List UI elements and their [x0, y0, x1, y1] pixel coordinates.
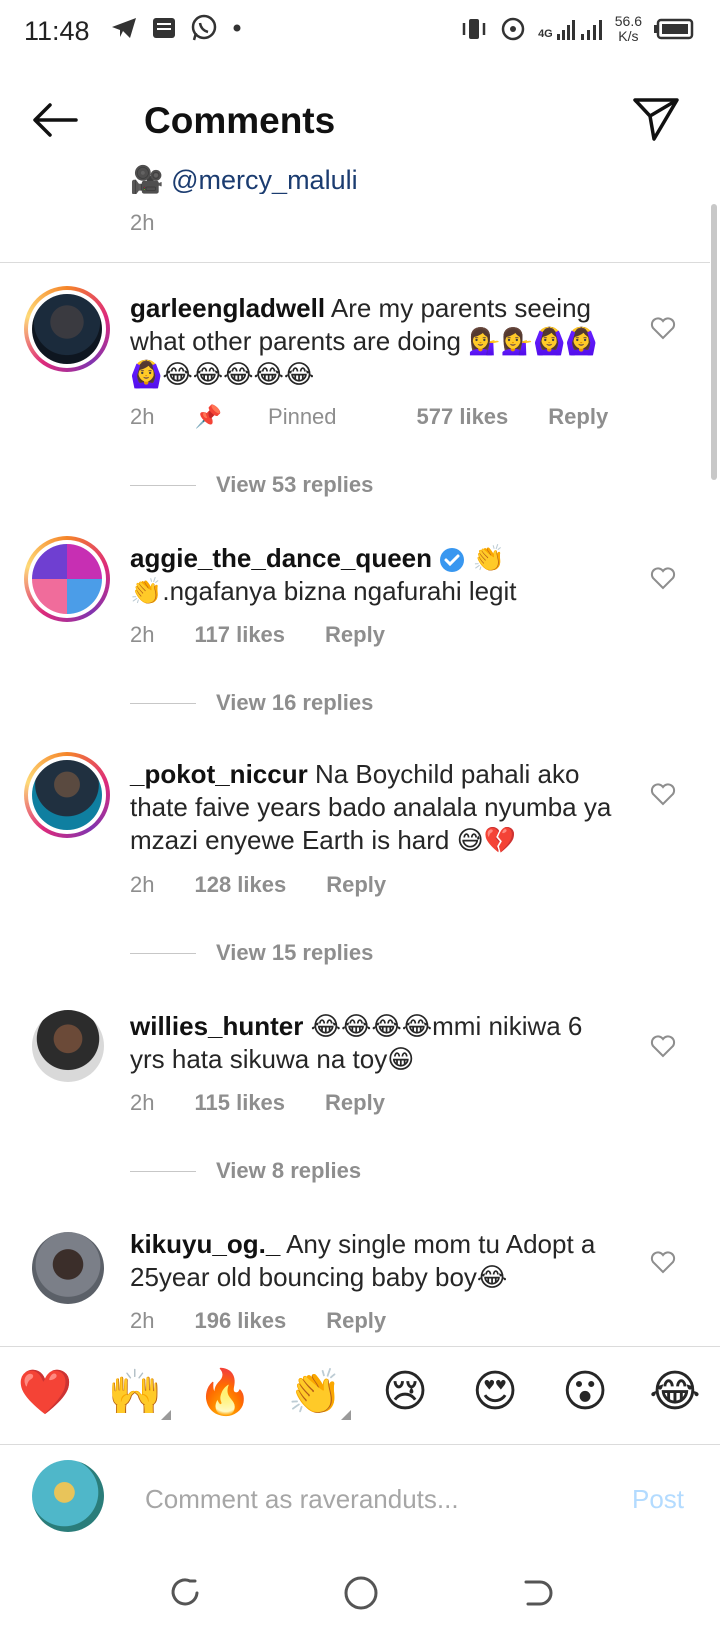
like-heart-icon[interactable] [650, 1250, 676, 1274]
like-heart-icon[interactable] [650, 1034, 676, 1058]
hotspot-icon [501, 17, 525, 41]
comment-meta: 2h 115 likes Reply [130, 1090, 425, 1116]
divider [0, 1346, 720, 1347]
like-heart-icon[interactable] [650, 782, 676, 806]
net-speed: 56.6 K/s [615, 14, 642, 44]
page-title: Comments [144, 100, 336, 141]
comment-time: 2h [130, 622, 155, 647]
net-speed-unit: K/s [618, 28, 639, 44]
post-button[interactable]: Post [632, 1484, 684, 1515]
nav-back-icon[interactable] [168, 1576, 202, 1610]
net-speed-value: 56.6 [614, 13, 642, 29]
comment-text-block: garleengladwell Are my parents seeing wh… [130, 292, 620, 391]
reaction-crying[interactable]: 😢 [375, 1366, 435, 1418]
reaction-heart-eyes[interactable]: 😍 [465, 1366, 525, 1418]
reply-button[interactable]: Reply [548, 404, 608, 430]
like-heart-icon[interactable] [650, 566, 676, 590]
reply-button[interactable]: Reply [326, 1308, 386, 1334]
avatar[interactable] [24, 752, 110, 838]
signal-icon-2 [580, 20, 602, 40]
battery-icon [654, 18, 694, 40]
likes-count[interactable]: 577 likes [417, 404, 509, 430]
signal-icon [556, 20, 575, 40]
likes-count[interactable]: 196 likes [194, 1308, 286, 1334]
comment-input[interactable] [143, 1478, 587, 1520]
telegram-icon [112, 18, 136, 38]
comment-text-block: _pokot_niccur Na Boychild pahali ako tha… [130, 758, 620, 857]
message-icon [153, 18, 175, 38]
nav-home-icon[interactable] [342, 1574, 380, 1612]
pin-icon: 📌 [194, 404, 222, 429]
likes-count[interactable]: 117 likes [194, 622, 285, 648]
comment-time: 2h [130, 404, 155, 429]
comment-meta: 2h 128 likes Reply [130, 872, 426, 898]
comment-time: 2h [130, 1090, 155, 1115]
avatar[interactable] [32, 1232, 104, 1304]
reply-button[interactable]: Reply [326, 872, 386, 898]
divider [0, 262, 710, 263]
divider [0, 1444, 720, 1445]
comment-meta: 2h 196 likes Reply [130, 1308, 426, 1334]
avatar[interactable] [24, 286, 110, 372]
comment-username[interactable]: garleengladwell [130, 293, 325, 323]
reaction-laughing[interactable]: 😂 [645, 1366, 705, 1418]
avatar[interactable] [32, 1010, 104, 1082]
comment-username[interactable]: aggie_the_dance_queen [130, 543, 432, 573]
video-camera-icon: 🎥 [130, 165, 164, 194]
like-heart-icon[interactable] [650, 316, 676, 340]
skin-tone-indicator [341, 1410, 351, 1420]
likes-count[interactable]: 115 likes [194, 1090, 285, 1116]
nav-recent-apps-icon[interactable] [520, 1576, 554, 1610]
comment-time: 2h [130, 1308, 155, 1333]
verified-badge-icon [440, 548, 465, 573]
status-system-icons: 4G 56.6 K/s [460, 14, 694, 44]
current-user-avatar [32, 1460, 104, 1532]
comment-text-block: aggie_the_dance_queen 👏 👏.ngafanya bizna… [130, 542, 620, 608]
pinned-label: 📌 Pinned [194, 404, 337, 429]
back-arrow-icon[interactable] [30, 100, 80, 140]
reaction-fire[interactable]: 🔥 [195, 1366, 255, 1418]
view-replies-button[interactable]: View 15 replies [130, 940, 373, 966]
caption-time: 2h [130, 210, 155, 235]
status-time: 11:48 [24, 16, 90, 46]
caption-mention-line: 🎥 @mercy_maluli [130, 164, 358, 194]
network-type: 4G [538, 28, 553, 40]
skin-tone-indicator [161, 1410, 171, 1420]
reaction-clap[interactable]: 👏 [285, 1366, 351, 1420]
comment-username[interactable]: kikuyu_og._ [130, 1229, 280, 1259]
view-replies-button[interactable]: View 16 replies [130, 690, 373, 716]
reaction-surprised[interactable]: 😮 [555, 1366, 615, 1418]
comment-username[interactable]: _pokot_niccur [130, 759, 308, 789]
reaction-raising-hands[interactable]: 🙌 [105, 1366, 171, 1420]
view-replies-button[interactable]: View 53 replies [130, 472, 373, 498]
likes-count[interactable]: 128 likes [194, 872, 286, 898]
view-replies-button[interactable]: View 8 replies [130, 1158, 361, 1184]
view-replies-label: View 53 replies [216, 472, 374, 497]
view-replies-label: View 8 replies [216, 1158, 362, 1183]
comment-text-block: kikuyu_og._ Any single mom tu Adopt a 25… [130, 1228, 620, 1294]
comment-time: 2h [130, 872, 155, 897]
view-replies-label: View 15 replies [216, 940, 374, 965]
reply-button[interactable]: Reply [325, 622, 385, 648]
quick-reactions-bar: ❤️ 🙌 🔥 👏 😢 😍 😮 😂 [0, 1366, 720, 1420]
send-icon[interactable] [632, 96, 680, 142]
status-notification-icons [110, 14, 242, 42]
comment-text-block: willies_hunter 😂😂😂😂mmi nikiwa 6 yrs hata… [130, 1010, 620, 1076]
view-replies-label: View 16 replies [216, 690, 374, 715]
whatsapp-icon [191, 14, 217, 41]
reaction-heart[interactable]: ❤️ [15, 1366, 75, 1418]
scrollbar[interactable] [711, 204, 717, 480]
reply-button[interactable]: Reply [325, 1090, 385, 1116]
comment-meta: 2h 117 likes Reply [130, 622, 425, 648]
comment-meta: 2h 📌 Pinned 577 likes Reply [130, 404, 648, 430]
dot-icon [233, 24, 241, 32]
caption-mention[interactable]: @mercy_maluli [171, 165, 357, 194]
avatar[interactable] [24, 536, 110, 622]
vibrate-icon [462, 19, 486, 39]
comment-username[interactable]: willies_hunter [130, 1011, 303, 1041]
